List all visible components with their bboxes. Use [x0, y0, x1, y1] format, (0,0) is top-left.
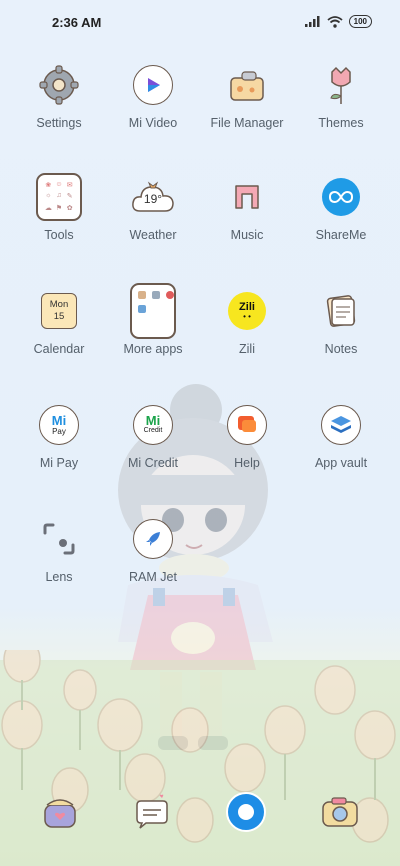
wifi-icon	[327, 15, 343, 28]
settings-icon	[36, 62, 82, 108]
app-mi-pay[interactable]: Mi Pay Mi Pay	[9, 402, 109, 470]
weather-temperature: 19°	[143, 192, 163, 206]
app-help[interactable]: Help	[197, 402, 297, 470]
app-zili[interactable]: Zili • • Zili	[197, 288, 297, 356]
app-notes[interactable]: Notes	[291, 288, 391, 356]
app-app-vault[interactable]: App vault	[291, 402, 391, 470]
mi-credit-icon: Mi Credit	[130, 402, 176, 448]
app-ram-jet[interactable]: RAM Jet	[103, 516, 203, 584]
folder-grid-icon	[130, 283, 176, 339]
mi-pay-icon: Mi Pay	[36, 402, 82, 448]
phone-icon[interactable]	[38, 790, 82, 834]
status-bar: 2:36 AM 100	[0, 0, 400, 44]
app-mi-video[interactable]: Mi Video	[103, 62, 203, 130]
calendar-icon: Mon 15	[36, 288, 82, 334]
app-calendar[interactable]: Mon 15 Calendar	[9, 288, 109, 356]
zili-icon: Zili • •	[224, 288, 270, 334]
app-more-apps[interactable]: More apps	[103, 283, 203, 356]
app-themes[interactable]: Themes	[291, 62, 391, 130]
help-chat-icon	[224, 402, 270, 448]
app-weather[interactable]: 19° Weather	[103, 174, 203, 242]
app-vault-icon	[318, 402, 364, 448]
folder-icon	[224, 62, 270, 108]
weather-cloud-icon: 19°	[130, 174, 176, 220]
tools-icon: ❀ ☺ ✉ ☼ ♫ ✎ ☁ ⚑ ✿	[36, 173, 82, 221]
notes-icon	[318, 288, 364, 334]
tulip-icon	[318, 62, 364, 108]
app-lens[interactable]: Lens	[9, 516, 109, 584]
app-settings[interactable]: Settings	[9, 62, 109, 130]
app-tools[interactable]: ❀ ☺ ✉ ☼ ♫ ✎ ☁ ⚑ ✿ Tools	[9, 173, 109, 242]
mi-video-icon	[130, 62, 176, 108]
battery-indicator: 100	[348, 15, 372, 28]
shareme-icon	[318, 174, 364, 220]
lens-scan-icon	[36, 516, 82, 562]
app-mi-credit[interactable]: Mi Credit Mi Credit	[103, 402, 203, 470]
browser-icon[interactable]	[224, 790, 268, 834]
music-note-icon	[224, 174, 270, 220]
rocket-icon	[130, 516, 176, 562]
app-shareme[interactable]: ShareMe	[291, 174, 391, 242]
clock: 2:36 AM	[52, 15, 102, 30]
app-music[interactable]: Music	[197, 174, 297, 242]
app-file-manager[interactable]: File Manager	[197, 62, 297, 130]
signal-icon	[304, 16, 320, 27]
camera-icon[interactable]	[318, 790, 362, 834]
messages-icon[interactable]	[130, 790, 174, 834]
